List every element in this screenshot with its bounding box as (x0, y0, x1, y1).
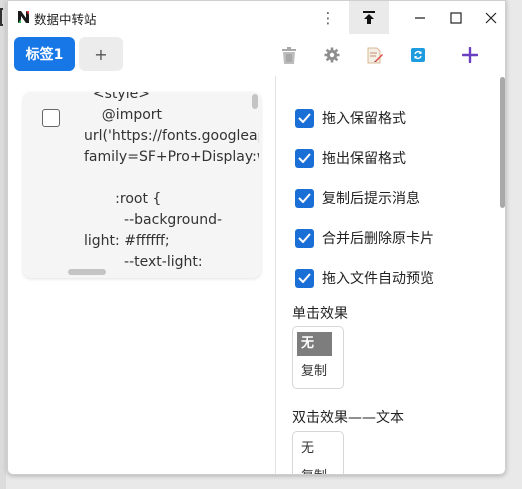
app-logo-icon (17, 10, 30, 24)
desktop-window-edge (0, 8, 3, 26)
panel-divider (275, 76, 276, 474)
close-icon (485, 12, 497, 23)
settings-button[interactable] (321, 44, 343, 66)
clear-button[interactable] (278, 44, 300, 66)
check-icon (298, 233, 311, 243)
card-horizontal-scrollbar[interactable] (68, 269, 106, 275)
desktop-background (0, 0, 6, 489)
tab-1[interactable]: 标签1 (14, 37, 75, 71)
check-icon (298, 273, 311, 283)
minimize-button[interactable] (403, 1, 437, 34)
single-click-choice-copy[interactable]: 复制 (297, 360, 332, 384)
title-bar[interactable]: 数据中转站 ⋮ (8, 1, 505, 34)
option-checkbox[interactable] (295, 148, 314, 168)
double-click-choice-none[interactable]: 无 (297, 437, 332, 461)
close-button[interactable] (475, 1, 505, 34)
window-title: 数据中转站 (34, 12, 97, 27)
check-icon (298, 113, 311, 123)
option-drag-out-keep-format[interactable]: 拖出保留格式 (295, 147, 406, 169)
sync-button[interactable] (407, 44, 429, 66)
option-label: 拖入保留格式 (322, 111, 406, 127)
single-click-title: 单击效果 (292, 306, 348, 322)
new-note-button[interactable] (364, 44, 386, 66)
option-merge-delete-original[interactable]: 合并后删除原卡片 (295, 227, 434, 249)
pin-to-top-icon (363, 11, 375, 24)
app-window: 数据中转站 ⋮ 标签1 + <style> @import url('https… (7, 0, 506, 475)
option-drag-in-keep-format[interactable]: 拖入保留格式 (295, 107, 406, 129)
clipboard-card[interactable]: <style> @import url('https://fonts.googl… (23, 92, 261, 278)
option-checkbox[interactable] (295, 108, 314, 128)
double-click-choice-copy[interactable]: 复制 (297, 465, 332, 474)
option-checkbox[interactable] (295, 228, 314, 248)
card-content-text: <style> @import url('https://fonts.googl… (84, 92, 259, 270)
card-vertical-scrollbar[interactable] (252, 94, 258, 109)
maximize-button[interactable] (436, 1, 476, 34)
card-select-checkbox[interactable] (42, 109, 60, 127)
more-options-button[interactable]: ⋮ (317, 1, 339, 34)
check-icon (298, 153, 311, 163)
option-drag-file-preview[interactable]: 拖入文件自动预览 (295, 267, 434, 289)
toolbar: 标签1 + (8, 34, 505, 76)
maximize-icon (450, 11, 462, 24)
add-item-button[interactable] (459, 44, 481, 66)
add-icon (462, 47, 478, 63)
single-click-choices: 无 复制 (292, 326, 344, 389)
option-label: 拖入文件自动预览 (322, 271, 434, 287)
option-checkbox[interactable] (295, 188, 314, 208)
more-icon: ⋮ (320, 8, 336, 27)
option-label: 复制后提示消息 (322, 191, 420, 207)
edit-note-icon (367, 47, 383, 63)
settings-scrollbar[interactable] (500, 77, 505, 208)
double-click-title: 双击效果——文本 (292, 410, 404, 426)
pin-on-top-button[interactable] (349, 1, 389, 34)
option-label: 合并后删除原卡片 (322, 231, 434, 247)
add-tab-button[interactable]: + (79, 37, 123, 71)
option-copy-notify[interactable]: 复制后提示消息 (295, 187, 420, 209)
double-click-choices: 无 复制 (292, 431, 344, 474)
option-checkbox[interactable] (295, 268, 314, 288)
minimize-icon (415, 16, 425, 19)
single-click-choice-none[interactable]: 无 (297, 332, 332, 356)
option-label: 拖出保留格式 (322, 151, 406, 167)
gear-icon (324, 47, 340, 63)
check-icon (298, 193, 311, 203)
sync-icon (411, 48, 425, 62)
trash-icon (282, 46, 296, 64)
